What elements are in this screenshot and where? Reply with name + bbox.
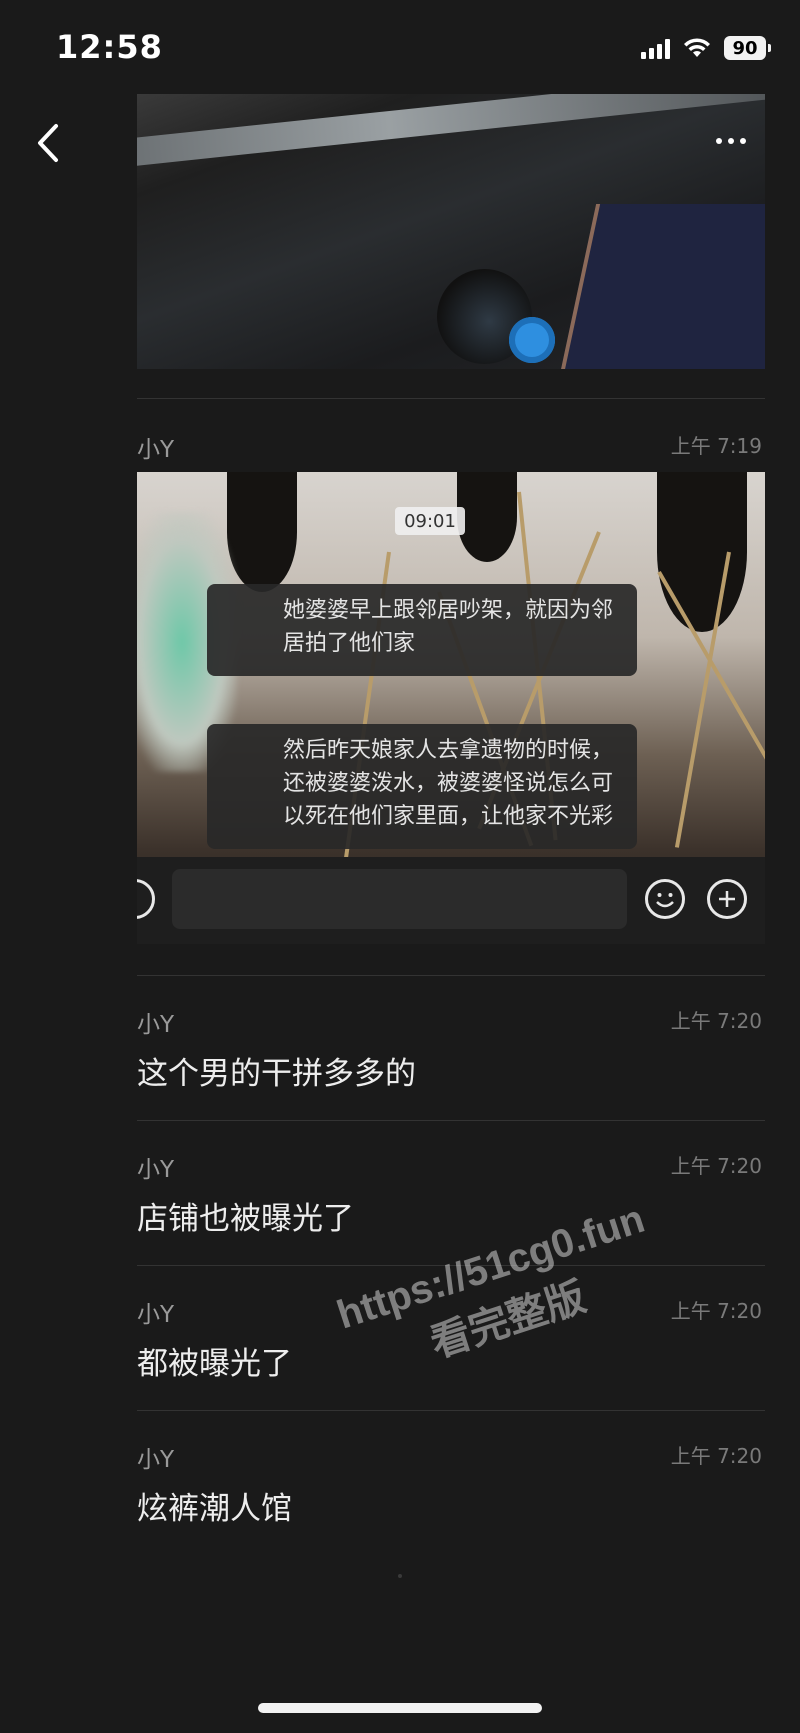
post-time: 上午 7:20 bbox=[670, 1009, 762, 1033]
post-image-photo[interactable] bbox=[137, 94, 765, 369]
message-text: 店铺也被曝光了 bbox=[137, 1201, 354, 1237]
post-image-chat-screenshot[interactable]: 09:01 她婆婆早上跟邻居吵架，就因为邻居拍了他们家 然后昨天娘家人去拿遗物的… bbox=[137, 472, 765, 944]
divider bbox=[137, 1410, 765, 1411]
divider bbox=[137, 1120, 765, 1121]
photo-fabric bbox=[557, 204, 765, 369]
photo-fan-hub bbox=[509, 317, 555, 363]
sender-name: 小Y bbox=[137, 437, 175, 463]
divider bbox=[137, 975, 765, 976]
post-time: 上午 7:19 bbox=[670, 434, 762, 458]
cellular-signal-icon bbox=[641, 37, 670, 59]
divider bbox=[137, 398, 765, 399]
watermark: https://51cg0.fun 看完整版 bbox=[331, 1196, 650, 1367]
screenshot-timestamp: 09:01 bbox=[395, 507, 465, 535]
scroll-dot bbox=[398, 1574, 402, 1578]
home-indicator[interactable] bbox=[258, 1703, 542, 1713]
message-text: 这个男的干拼多多的 bbox=[137, 1056, 416, 1092]
voice-icon bbox=[137, 879, 155, 919]
post-time: 上午 7:20 bbox=[670, 1444, 762, 1468]
photo-band bbox=[137, 94, 765, 168]
wifi-icon bbox=[682, 37, 712, 59]
more-options-button[interactable] bbox=[716, 126, 760, 156]
battery-indicator: 90 bbox=[724, 36, 771, 60]
back-button[interactable] bbox=[30, 118, 70, 168]
status-icons: 90 bbox=[641, 36, 771, 60]
post-time: 上午 7:20 bbox=[670, 1299, 762, 1323]
emoji-icon bbox=[645, 879, 685, 919]
sender-name: 小Y bbox=[137, 1157, 175, 1183]
status-time: 12:58 bbox=[56, 28, 163, 66]
chat-bubble: 然后昨天娘家人去拿遗物的时候，还被婆婆泼水，被婆婆怪说怎么可以死在他们家里面，让… bbox=[207, 724, 637, 849]
message-text: 炫裤潮人馆 bbox=[137, 1491, 292, 1527]
screenshot-input-box bbox=[172, 869, 627, 929]
message-text: 都被曝光了 bbox=[137, 1346, 292, 1382]
chevron-left-icon bbox=[38, 124, 58, 162]
plus-circle-icon bbox=[707, 879, 747, 919]
post-time: 上午 7:20 bbox=[670, 1154, 762, 1178]
sender-name: 小Y bbox=[137, 1447, 175, 1473]
sender-name: 小Y bbox=[137, 1302, 175, 1328]
more-dots-icon bbox=[716, 138, 722, 144]
sender-name: 小Y bbox=[137, 1012, 175, 1038]
screenshot-input-bar bbox=[137, 857, 765, 944]
status-bar: 12:58 90 bbox=[0, 0, 800, 90]
chat-bubble: 她婆婆早上跟邻居吵架，就因为邻居拍了他们家 bbox=[207, 584, 637, 676]
